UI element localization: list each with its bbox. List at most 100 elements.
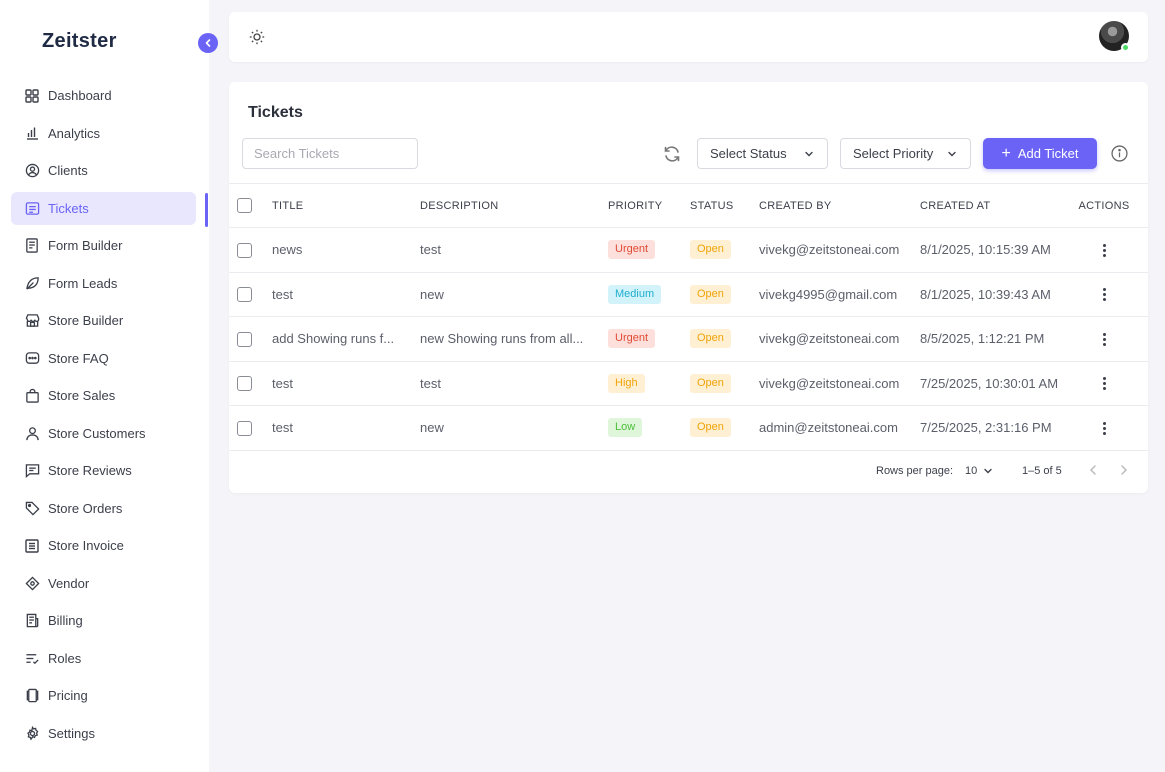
column-header-created-at[interactable]: CREATED AT [920,183,1078,228]
cell-title: add Showing runs f... [272,316,420,362]
info-button[interactable] [1110,144,1128,162]
form-icon [24,238,40,254]
sidebar-item-settings[interactable]: Settings [11,717,196,751]
user-circle-icon [24,163,40,179]
sidebar-item-store-faq[interactable]: Store FAQ [11,342,196,376]
sidebar-item-tickets[interactable]: Tickets [11,191,196,225]
sidebar-item-label: Form Builder [48,238,123,254]
cell-title: test [272,405,420,451]
cell-created-at: 8/5/2025, 1:12:21 PM [920,316,1078,362]
status-select[interactable]: Select Status [697,138,828,169]
sidebar: Zeitster Dashboard Analytics Clients Tic… [0,0,209,772]
priority-badge: Urgent [608,240,656,260]
ticket-list-icon [24,200,40,216]
sidebar-item-form-builder[interactable]: Form Builder [11,229,196,263]
more-actions-icon[interactable] [1096,376,1112,392]
priority-select[interactable]: Select Priority [840,138,971,169]
chat-dots-icon [24,350,40,366]
column-header-title[interactable]: TITLE [272,183,420,228]
chevron-down-icon [984,468,992,474]
sidebar-item-store-sales[interactable]: Store Sales [11,379,196,413]
sidebar-item-store-orders[interactable]: Store Orders [11,492,196,526]
sidebar-item-form-leads[interactable]: Form Leads [11,267,196,301]
select-all-checkbox[interactable] [237,198,252,213]
tag-icon [24,500,40,516]
vendor-icon [24,575,40,591]
cell-created-at: 7/25/2025, 10:30:01 AM [920,361,1078,406]
cell-created-by: vivekg@zeitstoneai.com [759,227,920,273]
status-badge: Open [690,329,731,349]
column-header-priority[interactable]: PRIORITY [608,183,690,228]
column-header-description[interactable]: DESCRIPTION [420,183,608,228]
sidebar-item-vendor[interactable]: Vendor [11,567,196,601]
sidebar-item-label: Analytics [48,125,101,141]
add-ticket-button[interactable]: + Add Ticket [983,138,1097,169]
theme-toggle-button[interactable] [248,28,266,46]
sidebar-item-store-reviews[interactable]: Store Reviews [11,454,196,488]
row-checkbox[interactable] [237,420,252,436]
shopping-bag-icon [24,388,40,404]
sidebar-item-label: Form Leads [48,275,118,291]
status-badge: Open [690,284,731,304]
sidebar-item-pricing[interactable]: Pricing [11,679,196,713]
sidebar-item-roles[interactable]: Roles [11,642,196,676]
sidebar-collapse-button[interactable] [198,33,218,53]
pricing-icon [24,688,40,704]
sidebar-item-analytics[interactable]: Analytics [11,117,196,151]
more-actions-icon[interactable] [1096,331,1112,347]
column-header-status[interactable]: STATUS [690,183,759,228]
sidebar-item-store-invoice[interactable]: Store Invoice [11,529,196,563]
table-row[interactable]: test new Medium Open vivekg4995@gmail.co… [229,272,1148,317]
chevron-left-icon [1089,465,1096,475]
table-row[interactable]: test new Low Open admin@zeitstoneai.com … [229,405,1148,451]
sidebar-item-label: Store Orders [48,500,123,516]
more-actions-icon[interactable] [1096,420,1112,436]
table-row[interactable]: test test High Open vivekg@zeitstoneai.c… [229,361,1148,406]
table-header-row: TITLE DESCRIPTION PRIORITY STATUS CREATE… [229,183,1148,228]
sidebar-item-store-builder[interactable]: Store Builder [11,304,196,338]
receipt-icon [24,613,40,629]
grid-icon [24,88,40,104]
avatar[interactable] [1099,21,1130,52]
sidebar-item-store-customers[interactable]: Store Customers [11,417,196,451]
sidebar-item-dashboard[interactable]: Dashboard [11,79,196,113]
page-title: Tickets [248,104,303,121]
sidebar-item-clients[interactable]: Clients [11,154,196,188]
cell-title: test [272,272,420,317]
cell-description: test [420,361,608,406]
rows-per-page-select[interactable]: 10 [965,465,993,477]
row-checkbox[interactable] [237,287,252,303]
search-input[interactable] [242,138,418,169]
app-logo[interactable]: Zeitster [42,30,117,53]
store-icon [24,313,40,329]
sidebar-item-billing[interactable]: Billing [11,604,196,638]
priority-select-label: Select Priority [853,146,934,161]
add-ticket-label: Add Ticket [1017,146,1079,161]
active-indicator [205,193,208,227]
refresh-button[interactable] [662,144,682,164]
cell-created-at: 8/1/2025, 10:39:43 AM [920,272,1078,317]
sidebar-item-label: Clients [48,163,88,179]
more-actions-icon[interactable] [1096,242,1112,258]
more-actions-icon[interactable] [1096,287,1112,303]
next-page-button[interactable] [1118,463,1130,480]
pagination-range: 1–5 of 5 [1022,465,1062,477]
row-checkbox[interactable] [237,242,252,258]
row-checkbox[interactable] [237,331,252,347]
table-row[interactable]: news test Urgent Open vivekg@zeitstoneai… [229,227,1148,273]
sidebar-item-label: Store Invoice [48,538,124,554]
column-header-created-by[interactable]: CREATED BY [759,183,920,228]
table-row[interactable]: add Showing runs f... new Showing runs f… [229,316,1148,362]
row-checkbox[interactable] [237,376,252,392]
sidebar-item-label: Roles [48,650,82,666]
refresh-icon [664,146,680,162]
previous-page-button[interactable] [1087,463,1099,480]
sidebar-item-label: Pricing [48,688,88,704]
sun-icon [249,29,265,45]
cell-description: new Showing runs from all... [420,316,608,362]
cell-description: test [420,227,608,273]
online-status-dot [1121,43,1130,52]
sidebar-item-label: Dashboard [48,88,112,104]
rows-per-page-label: Rows per page: [876,465,954,477]
pagination: Rows per page: 10 1–5 of 5 [229,452,1148,492]
